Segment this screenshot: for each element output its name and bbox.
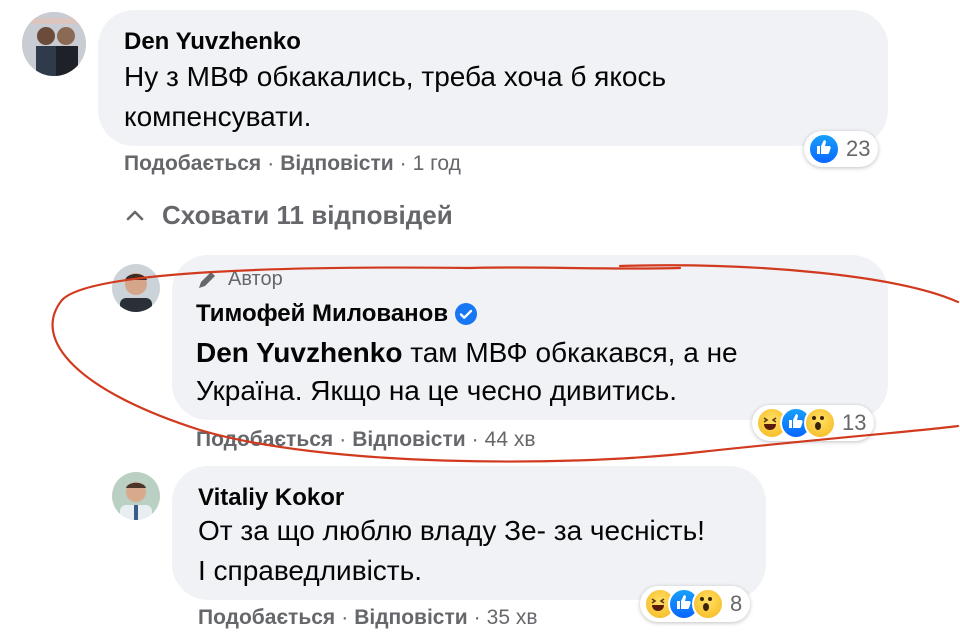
reaction-summary[interactable]: 8	[640, 586, 751, 622]
wow-icon	[804, 407, 836, 439]
reply-author[interactable]: Vitaliy Kokor	[198, 484, 344, 512]
like-button[interactable]: Подобається	[198, 606, 335, 629]
reaction-summary[interactable]: 13	[752, 405, 875, 441]
reaction-count: 23	[846, 136, 871, 161]
reply-button[interactable]: Відповісти	[280, 152, 393, 175]
mention-link[interactable]: Den Yuvzhenko	[196, 337, 402, 368]
chevron-up-icon	[126, 210, 144, 221]
comment-text-line1: Ну з МВФ обкакались, треба хоча б якось	[124, 61, 667, 92]
reply-text-rest: там МВФ обкакався, а не	[402, 337, 738, 368]
comment-timestamp[interactable]: 1 год	[413, 152, 461, 175]
author-badge: Автор	[196, 268, 283, 291]
reaction-summary[interactable]: 23	[804, 131, 879, 167]
reply-timestamp[interactable]: 35 хв	[487, 606, 538, 629]
avatar-vitaliy-kokor[interactable]	[112, 472, 160, 520]
like-button[interactable]: Подобається	[196, 428, 333, 451]
avatar-photo-icon	[112, 472, 160, 520]
reaction-count: 8	[730, 591, 743, 616]
verified-icon	[455, 303, 478, 325]
pencil-icon	[199, 271, 215, 288]
avatar-photo-icon	[112, 264, 160, 312]
wow-icon	[692, 588, 724, 620]
like-icon	[808, 133, 840, 165]
avatar-den-yuvzhenko[interactable]	[22, 12, 86, 76]
reply-button[interactable]: Відповісти	[352, 428, 465, 451]
comment-actions: Подобається · Відповісти · 1 год	[124, 152, 461, 175]
reply-text-line2: Україна. Якщо на це чесно дивитись.	[196, 375, 678, 406]
reply-text-line1: Den Yuvzhenko там МВФ обкакався, а не	[196, 332, 738, 373]
reply-text-line1: От за що люблю владу Зе- за чесність!	[198, 515, 705, 546]
comment-text-line2: компенсувати.	[124, 101, 312, 132]
avatar-tymofiy-milovanov[interactable]	[112, 264, 160, 312]
reaction-count: 13	[842, 410, 867, 435]
hide-replies-button[interactable]: Сховати 11 відповідей	[124, 198, 453, 232]
reply-text-line2: І справедливість.	[198, 555, 422, 586]
avatar-photo-icon	[22, 12, 86, 76]
reply-author-row: Тимофей Милованов	[196, 300, 478, 328]
author-badge-label: Автор	[228, 268, 283, 290]
reply-author[interactable]: Тимофей Милованов	[196, 300, 448, 328]
reply-button[interactable]: Відповісти	[354, 606, 467, 629]
comment-author[interactable]: Den Yuvzhenko	[124, 28, 301, 56]
reply-actions: Подобається · Відповісти · 44 хв	[196, 428, 536, 451]
like-button[interactable]: Подобається	[124, 152, 261, 175]
reply-actions: Подобається · Відповісти · 35 хв	[198, 606, 538, 629]
hide-replies-label: Сховати 11 відповідей	[162, 199, 453, 230]
reply-timestamp[interactable]: 44 хв	[485, 428, 536, 451]
